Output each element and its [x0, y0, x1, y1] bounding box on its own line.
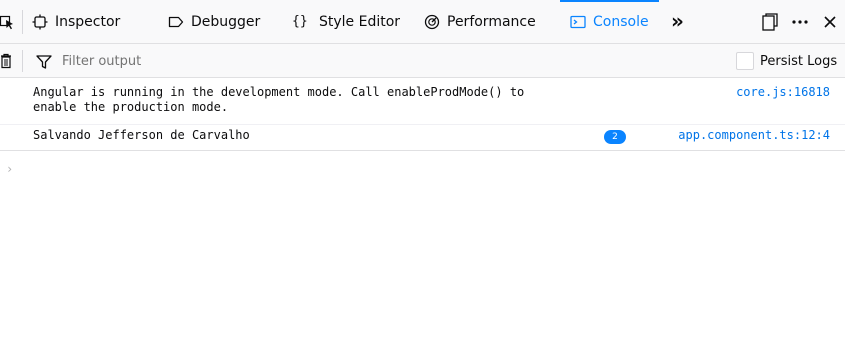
- repeat-count-badge: 2: [604, 130, 626, 144]
- more-icon[interactable]: [790, 12, 810, 32]
- filter-output-input[interactable]: [62, 51, 622, 71]
- console-message: Salvando Jefferson de Carvalho 2 app.com…: [0, 125, 845, 151]
- tab-console[interactable]: Console: [560, 0, 659, 44]
- toolbar-divider: [22, 10, 23, 34]
- tab-label: Console: [593, 14, 649, 30]
- tab-label: Style Editor: [319, 14, 401, 30]
- console-message: Angular is running in the development mo…: [0, 78, 845, 125]
- message-text: Angular is running in the development mo…: [33, 85, 525, 114]
- element-picker-icon[interactable]: [0, 14, 14, 30]
- tab-performance[interactable]: Performance: [424, 0, 536, 44]
- tab-label: Debugger: [191, 14, 261, 30]
- dock-icon[interactable]: [760, 12, 780, 32]
- message-text: Salvando Jefferson de Carvalho: [33, 128, 250, 142]
- prompt-chevron-icon: ›: [6, 162, 14, 176]
- clear-console-icon[interactable]: [0, 53, 12, 69]
- close-icon[interactable]: [820, 12, 840, 32]
- stopwatch-icon: [424, 14, 440, 30]
- tab-label: Inspector: [55, 14, 121, 30]
- debugger-icon: [168, 14, 184, 30]
- tab-style-editor[interactable]: {} Style Editor: [292, 0, 400, 44]
- persist-logs-label: Persist Logs: [760, 53, 838, 69]
- filterbar-divider: [22, 50, 23, 72]
- console-filter-bar: Persist Logs: [0, 44, 845, 78]
- tab-inspector[interactable]: Inspector: [32, 0, 120, 44]
- inspector-icon: [32, 14, 48, 30]
- filter-icon: [36, 54, 52, 69]
- persist-logs-checkbox[interactable]: Persist Logs: [736, 52, 837, 70]
- braces-icon: {}: [292, 14, 308, 29]
- console-icon: [570, 14, 586, 30]
- console-output: Angular is running in the development mo…: [0, 78, 845, 151]
- message-source-link[interactable]: core.js:16818: [736, 85, 830, 100]
- message-source-link[interactable]: app.component.ts:12:4: [678, 128, 830, 143]
- tab-label: Performance: [447, 14, 536, 30]
- more-tabs-button[interactable]: »: [671, 10, 691, 32]
- console-input-row: ›: [0, 160, 845, 180]
- devtools-toolbar: Inspector Debugger {} Style Editor Perfo…: [0, 0, 845, 44]
- console-input[interactable]: [20, 160, 820, 180]
- tab-debugger[interactable]: Debugger: [168, 0, 260, 44]
- checkbox-box[interactable]: [736, 52, 754, 70]
